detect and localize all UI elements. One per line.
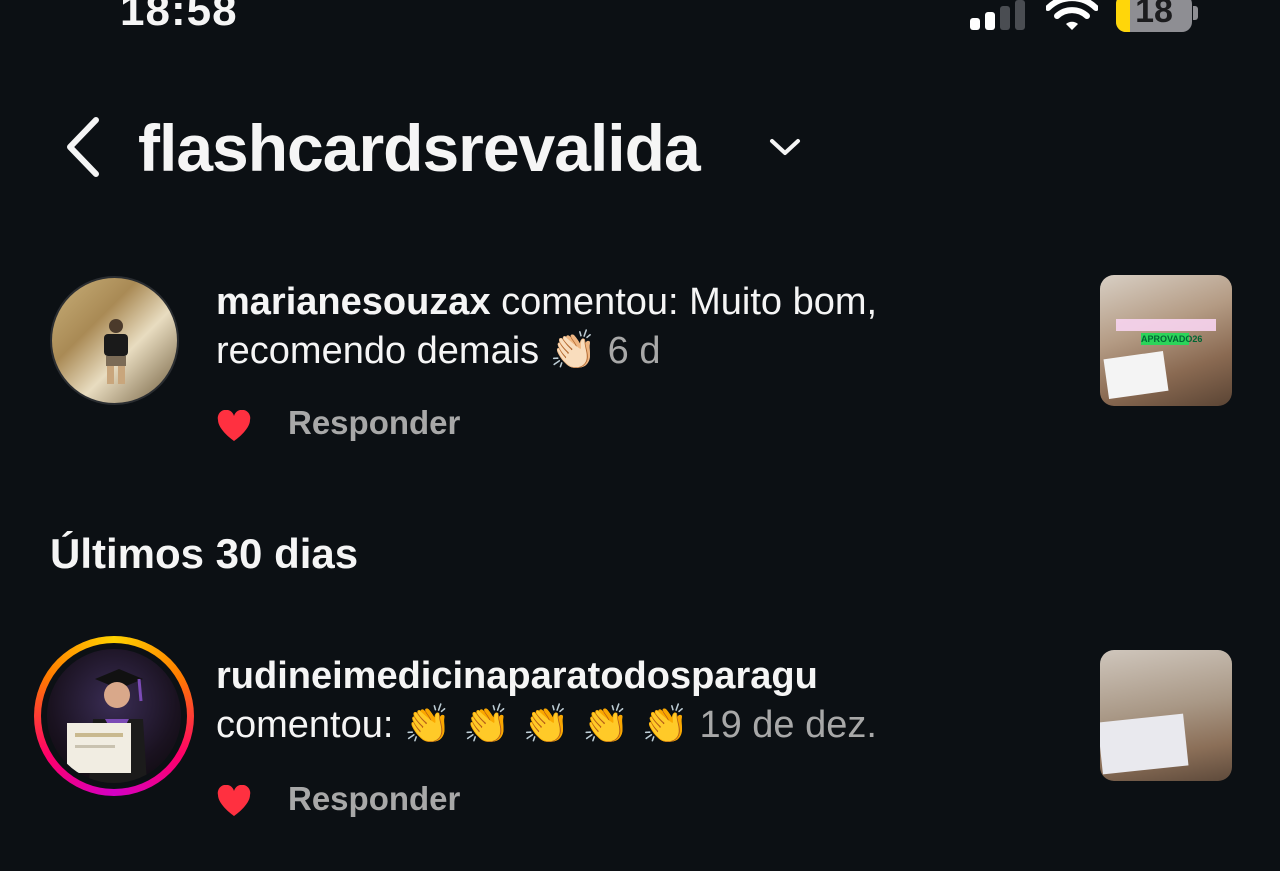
- status-time: 18:58: [120, 0, 238, 35]
- notification-text: marianesouzax comentou: Muito bom, recom…: [216, 278, 1036, 375]
- battery-tip: [1193, 6, 1198, 20]
- heart-icon[interactable]: [216, 410, 252, 442]
- account-title[interactable]: flashcardsrevalida: [138, 110, 701, 186]
- post-thumbnail[interactable]: [1100, 650, 1232, 781]
- post-thumbnail[interactable]: APROVADO26: [1100, 275, 1232, 406]
- timestamp: 6 d: [607, 330, 661, 372]
- battery-icon: 18: [1116, 0, 1192, 32]
- comment-text: comentou: Muito bom,: [490, 281, 878, 323]
- username[interactable]: marianesouzax: [216, 281, 491, 323]
- clapping-hands-emoji: 👏🏻: [549, 328, 598, 372]
- back-chevron-icon[interactable]: [60, 114, 104, 180]
- timestamp: 19 de dez.: [699, 704, 877, 746]
- reply-button[interactable]: Responder: [288, 780, 460, 818]
- clapping-hands-emoji: 👏 👏 👏 👏 👏: [404, 702, 689, 746]
- notification-text: rudineimedicinaparatodosparagu comentou:…: [216, 652, 1036, 749]
- comment-text-line2: recomendo demais: [216, 330, 550, 372]
- wifi-icon: [1046, 0, 1098, 30]
- cellular-signal-icon: [970, 0, 1030, 32]
- avatar[interactable]: [50, 276, 179, 405]
- thumbnail-paper: [1103, 351, 1169, 399]
- battery-percentage: 18: [1135, 0, 1173, 30]
- username[interactable]: rudineimedicinaparatodosparagu: [216, 655, 818, 697]
- thumbnail-tag: APROVADO26: [1141, 333, 1203, 345]
- comment-text: comentou:: [216, 704, 404, 746]
- avatar[interactable]: [47, 649, 181, 783]
- heart-icon[interactable]: [216, 785, 252, 817]
- section-title: Últimos 30 dias: [50, 530, 359, 577]
- thumbnail-caption: [1116, 319, 1216, 331]
- chevron-down-icon[interactable]: [768, 134, 802, 160]
- thumbnail-paper: [1100, 713, 1189, 775]
- reply-button[interactable]: Responder: [288, 404, 460, 442]
